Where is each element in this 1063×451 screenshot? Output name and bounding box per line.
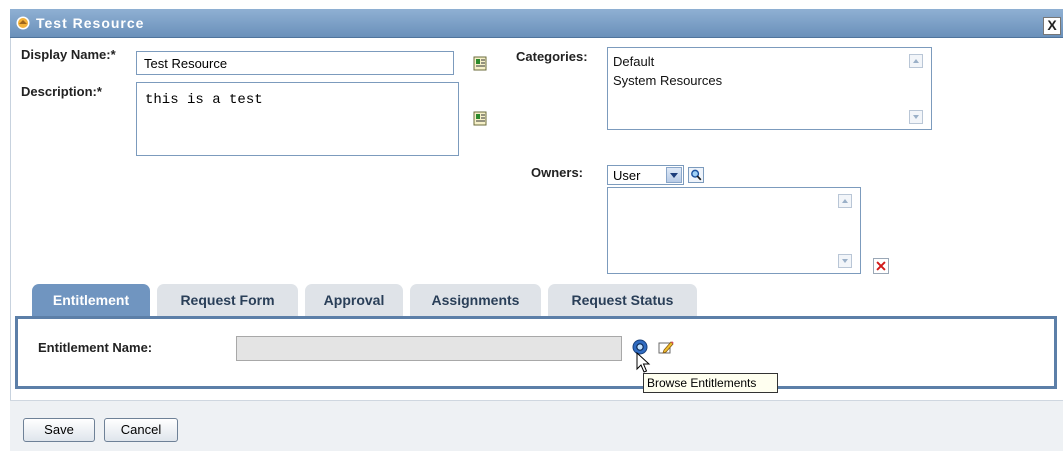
description-label: Description:* <box>21 84 102 99</box>
delete-icon[interactable] <box>873 258 889 274</box>
owners-type-selected: User <box>613 168 641 183</box>
tab-request-status[interactable]: Request Status <box>548 284 697 317</box>
display-name-label: Display Name:* <box>21 47 116 62</box>
categories-listbox[interactable]: Default System Resources <box>607 47 932 130</box>
cancel-button[interactable]: Cancel <box>104 418 178 442</box>
window-left-border <box>10 38 11 451</box>
scroll-up-icon[interactable] <box>909 54 923 68</box>
tab-entitlement[interactable]: Entitlement <box>32 284 150 317</box>
display-name-input[interactable] <box>136 51 454 75</box>
browse-tooltip: Browse Entitlements <box>643 373 778 393</box>
categories-label: Categories: <box>516 49 588 64</box>
scroll-up-icon[interactable] <box>838 194 852 208</box>
resource-icon <box>16 16 30 30</box>
entitlement-name-label: Entitlement Name: <box>38 340 153 355</box>
window-title: Test Resource <box>36 15 145 31</box>
description-textarea[interactable]: this is a test <box>136 82 459 156</box>
tab-approval[interactable]: Approval <box>305 284 403 317</box>
owners-listbox[interactable] <box>607 187 861 274</box>
close-icon[interactable]: X <box>1043 17 1061 35</box>
scroll-down-icon[interactable] <box>909 110 923 124</box>
chevron-down-icon[interactable] <box>666 167 682 183</box>
search-icon[interactable] <box>688 167 704 183</box>
localize-icon[interactable] <box>472 110 488 126</box>
tab-request-form[interactable]: Request Form <box>157 284 298 317</box>
owners-type-select[interactable]: User <box>607 165 684 185</box>
entitlement-name-input[interactable] <box>236 336 622 361</box>
window-titlebar: Test Resource <box>10 9 1063 38</box>
save-button[interactable]: Save <box>23 418 95 442</box>
categories-item[interactable]: System Resources <box>613 73 722 88</box>
tab-assignments[interactable]: Assignments <box>410 284 541 317</box>
localize-icon[interactable] <box>472 55 488 71</box>
owners-label: Owners: <box>531 165 584 180</box>
categories-item[interactable]: Default <box>613 54 654 69</box>
scroll-down-icon[interactable] <box>838 254 852 268</box>
edit-icon[interactable] <box>658 339 674 355</box>
mouse-pointer-icon <box>636 352 651 373</box>
